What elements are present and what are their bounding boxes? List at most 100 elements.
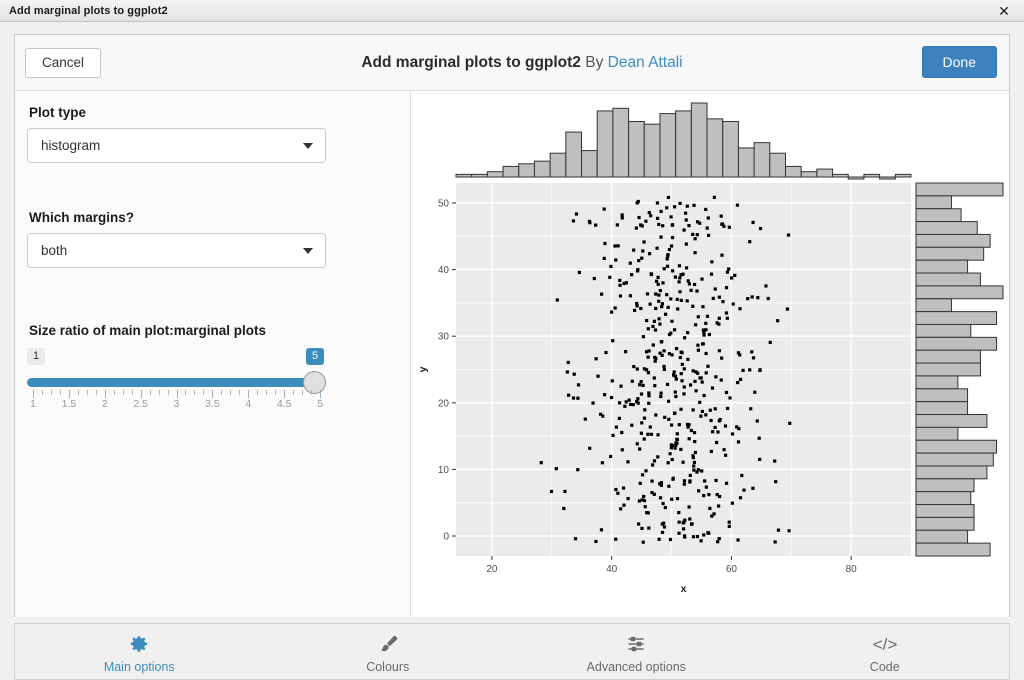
svg-text:20: 20: [486, 564, 498, 575]
tab-advanced-options[interactable]: Advanced options: [512, 624, 761, 679]
svg-text:0: 0: [443, 532, 449, 543]
tab-label: Code: [870, 660, 900, 674]
slider-fill: [27, 378, 315, 387]
slider-tick: [302, 390, 303, 395]
code-icon: </>: [873, 631, 897, 657]
plot-type-label: Plot type: [29, 105, 398, 120]
slider-tick-label: 2: [102, 398, 108, 410]
slider-tick: [132, 390, 133, 395]
chevron-down-icon: [303, 248, 313, 254]
slider-tick: [203, 390, 204, 395]
slider-tick: [60, 390, 61, 395]
cancel-button[interactable]: Cancel: [25, 48, 101, 78]
plot-preview-pane: 0 10 20 30 40 50 20 40 60 80 x y: [411, 91, 1009, 617]
slider-max-badge: 5: [306, 348, 324, 365]
slider-tick: [105, 390, 106, 398]
dialog-panel: Cancel Add marginal plots to ggplot2 By …: [14, 34, 1010, 617]
svg-text:60: 60: [726, 564, 738, 575]
slider-tick: [159, 390, 160, 395]
window-title: Add marginal plots to ggplot2: [0, 5, 168, 17]
slider-tick: [185, 390, 186, 395]
slider-tick: [168, 390, 169, 395]
dialog-header: Cancel Add marginal plots to ggplot2 By …: [15, 35, 1009, 91]
slider-tick: [51, 390, 52, 395]
slider-tick: [42, 390, 43, 395]
app-shell: Cancel Add marginal plots to ggplot2 By …: [0, 22, 1024, 668]
marginal-plot-figure: 0 10 20 30 40 50 20 40 60 80 x y: [411, 91, 1009, 617]
slider-ticks: [27, 390, 326, 398]
svg-text:80: 80: [846, 564, 858, 575]
margins-select[interactable]: both: [27, 233, 326, 268]
slider-tick: [150, 390, 151, 395]
page-title-by: By: [585, 54, 603, 71]
brush-icon: [376, 631, 400, 657]
svg-text:40: 40: [438, 265, 450, 276]
slider-tick-label: 4.5: [277, 398, 292, 410]
chevron-down-icon: [303, 143, 313, 149]
plot-type-value: histogram: [28, 138, 100, 153]
slider-tick: [69, 390, 70, 398]
slider-tick: [194, 390, 195, 395]
tab-colours[interactable]: Colours: [264, 624, 513, 679]
slider-tick: [275, 390, 276, 395]
slider-min-badge: 1: [27, 348, 45, 365]
size-ratio-label: Size ratio of main plot:marginal plots: [29, 323, 398, 338]
top-marginal-histogram: [456, 103, 911, 179]
close-icon[interactable]: ✕: [990, 0, 1018, 22]
slider-tick: [212, 390, 213, 398]
slider-tick: [266, 390, 267, 395]
tab-main-options[interactable]: Main options: [15, 624, 264, 679]
margins-label: Which margins?: [29, 210, 398, 225]
right-marginal-histogram: [916, 183, 1003, 556]
slider-tick: [123, 390, 124, 395]
slider-tick: [78, 390, 79, 395]
sliders-icon: [624, 631, 648, 657]
svg-text:20: 20: [438, 398, 450, 409]
slider-tick-label: 3.5: [205, 398, 220, 410]
slider-tick-labels: 11.522.533.544.55: [27, 398, 326, 412]
brush-icon: [376, 632, 400, 656]
tab-code[interactable]: </> Code: [761, 624, 1010, 679]
slider-tick: [248, 390, 249, 398]
slider-tick: [230, 390, 231, 395]
done-button[interactable]: Done: [922, 46, 997, 78]
tab-label: Colours: [366, 660, 409, 674]
slider-tick: [239, 390, 240, 395]
svg-text:50: 50: [438, 198, 450, 209]
slider-tick-label: 4: [245, 398, 251, 410]
tab-label: Main options: [104, 660, 175, 674]
svg-text:10: 10: [438, 465, 450, 476]
code-icon: </>: [873, 632, 897, 656]
slider-tick-label: 1: [30, 398, 36, 410]
slider-tick: [33, 390, 34, 398]
margins-value: both: [28, 243, 67, 258]
slider-tick: [221, 390, 222, 395]
page-title: Add marginal plots to ggplot2 By Dean At…: [15, 54, 1009, 72]
spacer: [27, 268, 398, 323]
slider-tick: [257, 390, 258, 395]
slider-tick: [284, 390, 285, 398]
gear-icon: [127, 631, 151, 657]
slider-tick: [114, 390, 115, 395]
dialog-body: Plot type histogram Which margins? both …: [15, 91, 1009, 617]
y-axis-label: y: [417, 366, 429, 372]
window-titlebar: Add marginal plots to ggplot2 ✕: [0, 0, 1024, 22]
author-link[interactable]: Dean Attali: [608, 54, 683, 71]
slider-tick: [320, 390, 321, 398]
slider-tick-label: 2.5: [133, 398, 148, 410]
slider-tick: [177, 390, 178, 398]
slider-tick-label: 1.5: [62, 398, 77, 410]
x-axis-label: x: [681, 583, 687, 595]
svg-text:40: 40: [606, 564, 618, 575]
slider-tick: [87, 390, 88, 395]
svg-text:30: 30: [438, 332, 450, 343]
plot-type-select[interactable]: histogram: [27, 128, 326, 163]
slider-tick: [293, 390, 294, 395]
tab-label: Advanced options: [587, 660, 686, 674]
svg-text:</>: </>: [873, 635, 897, 654]
spacer: [27, 163, 398, 210]
bottom-tab-bar: Main options Colours Advanced options </> Co…: [14, 623, 1010, 680]
page-title-main: Add marginal plots to ggplot2: [361, 54, 581, 71]
slider-tick: [311, 390, 312, 395]
slider-tick: [96, 390, 97, 395]
